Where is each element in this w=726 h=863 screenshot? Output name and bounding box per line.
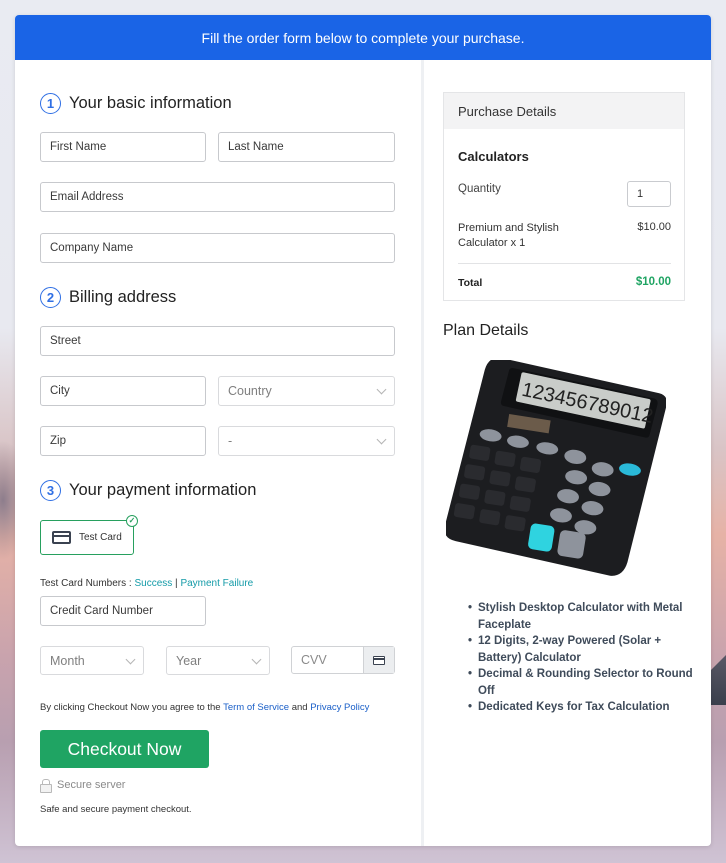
terms-of-service-link[interactable]: Term of Service bbox=[223, 702, 289, 713]
country-select[interactable]: Country bbox=[218, 376, 395, 406]
street-input[interactable]: Street bbox=[40, 326, 395, 356]
test-card-numbers: Test Card Numbers : Success | Payment Fa… bbox=[40, 578, 253, 589]
cvv-field[interactable]: CVV bbox=[291, 646, 395, 674]
lock-icon bbox=[40, 779, 52, 793]
order-form-card: Fill the order form below to complete yo… bbox=[15, 15, 711, 846]
chevron-down-icon bbox=[251, 654, 262, 665]
step-number: 2 bbox=[40, 287, 61, 308]
order-summary: Purchase Details Calculators Quantity 1 … bbox=[424, 60, 711, 846]
success-link[interactable]: Success bbox=[134, 578, 172, 589]
feature-item: Decimal & Rounding Selector to Round Off bbox=[468, 666, 698, 699]
secure-server-label: Secure server bbox=[57, 779, 126, 791]
credit-card-icon bbox=[373, 655, 385, 665]
plan-features-list: Stylish Desktop Calculator with Metal Fa… bbox=[468, 600, 698, 716]
country-selected: Country bbox=[228, 384, 272, 398]
state-select[interactable]: - bbox=[218, 426, 395, 456]
feature-item: Dedicated Keys for Tax Calculation bbox=[468, 699, 698, 716]
secure-server: Secure server bbox=[40, 779, 126, 793]
section-title: Your basic information bbox=[69, 94, 232, 112]
section-payment-info: 3 Your payment information bbox=[40, 480, 256, 501]
privacy-policy-link[interactable]: Privacy Policy bbox=[310, 702, 369, 713]
section-basic-info: 1 Your basic information bbox=[40, 93, 232, 114]
chevron-down-icon bbox=[376, 384, 387, 395]
email-input[interactable]: Email Address bbox=[40, 182, 395, 212]
plan-details-title: Plan Details bbox=[443, 322, 529, 339]
city-input[interactable]: City bbox=[40, 376, 206, 406]
state-selected: - bbox=[228, 434, 233, 448]
total-value: $10.00 bbox=[635, 276, 671, 288]
step-number: 3 bbox=[40, 480, 61, 501]
check-circle-icon: ✓ bbox=[126, 515, 138, 527]
year-selected: Year bbox=[176, 653, 202, 668]
terms-prefix: By clicking Checkout Now you agree to th… bbox=[40, 702, 224, 713]
terms-text: By clicking Checkout Now you agree to th… bbox=[40, 702, 369, 713]
order-form: 1 Your basic information First Name Last… bbox=[15, 60, 421, 846]
item-price: $10.00 bbox=[637, 221, 671, 233]
feature-item: Stylish Desktop Calculator with Metal Fa… bbox=[468, 600, 698, 633]
checkout-now-button[interactable]: Checkout Now bbox=[40, 730, 209, 768]
banner-text: Fill the order form below to complete yo… bbox=[201, 29, 525, 46]
purchase-details-header: Purchase Details bbox=[444, 93, 684, 129]
zip-input[interactable]: Zip bbox=[40, 426, 206, 456]
section-title: Your payment information bbox=[69, 481, 257, 499]
month-select[interactable]: Month bbox=[40, 646, 144, 675]
product-name: Calculators bbox=[458, 149, 529, 164]
divider bbox=[458, 263, 671, 264]
terms-and: and bbox=[289, 702, 311, 713]
cvv-input[interactable]: CVV bbox=[292, 647, 363, 673]
payment-failure-link[interactable]: Payment Failure bbox=[180, 578, 253, 589]
chevron-down-icon bbox=[125, 654, 136, 665]
section-title: Billing address bbox=[69, 288, 177, 306]
chevron-down-icon bbox=[376, 434, 387, 445]
test-card-numbers-label: Test Card Numbers : bbox=[40, 578, 135, 589]
cvv-card-button bbox=[363, 647, 394, 673]
feature-item: 12 Digits, 2-way Powered (Solar + Batter… bbox=[468, 633, 698, 666]
last-name-input[interactable]: Last Name bbox=[218, 132, 395, 162]
company-name-input[interactable]: Company Name bbox=[40, 233, 395, 263]
calculator-illustration: 123456789012 bbox=[444, 357, 667, 576]
header-banner: Fill the order form below to complete yo… bbox=[15, 15, 711, 60]
year-select[interactable]: Year bbox=[166, 646, 270, 675]
first-name-input[interactable]: First Name bbox=[40, 132, 206, 162]
credit-card-number-input[interactable]: Credit Card Number bbox=[40, 596, 206, 626]
section-billing-address: 2 Billing address bbox=[40, 287, 176, 308]
credit-card-icon bbox=[52, 531, 71, 544]
calculator-image: 123456789012 bbox=[444, 357, 667, 578]
quantity-label: Quantity bbox=[458, 183, 501, 195]
step-number: 1 bbox=[40, 93, 61, 114]
total-label: Total bbox=[458, 277, 483, 289]
purchase-details-box: Purchase Details Calculators Quantity 1 … bbox=[443, 92, 685, 301]
payment-method-label: Test Card bbox=[79, 532, 122, 543]
item-description: Premium and Stylish Calculator x 1 bbox=[458, 222, 559, 249]
quantity-input[interactable]: 1 bbox=[627, 181, 671, 207]
month-selected: Month bbox=[50, 653, 85, 668]
safe-checkout-text: Safe and secure payment checkout. bbox=[40, 804, 192, 815]
payment-method-test-card[interactable]: Test Card ✓ bbox=[40, 515, 138, 555]
